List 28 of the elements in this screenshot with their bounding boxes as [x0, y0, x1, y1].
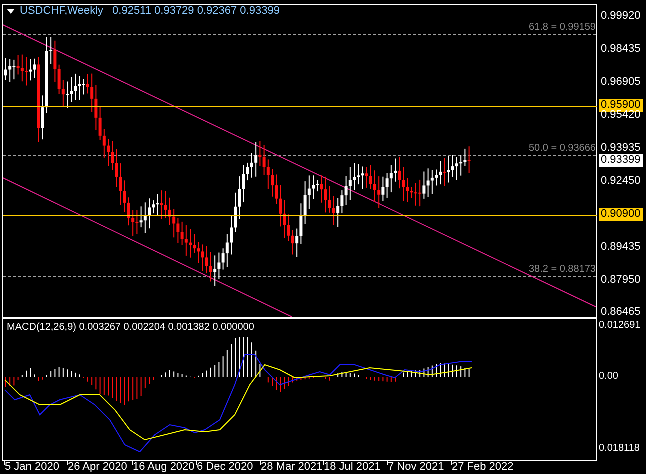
price-label: 0.86465 [600, 306, 642, 319]
price-label: 0.96905 [600, 76, 642, 89]
chart-title: USDCHF,Weekly [20, 5, 104, 18]
fib-label: 61.8 = 0.99159 [528, 22, 596, 34]
price-label: 0.93935 [600, 142, 642, 155]
time-label: 6 Dec 2020 [197, 461, 254, 474]
fib-label: 50.0 = 0.93666 [528, 143, 596, 155]
price-label: 0.95420 [600, 109, 642, 122]
time-label: 28 Mar 2021 [261, 461, 323, 474]
price-label: 0.89435 [600, 241, 642, 254]
price-label: 0.87950 [600, 274, 642, 287]
indicator-axis-label: 0.012691 [599, 320, 641, 332]
indicator-axis-label: 0.018118 [599, 443, 640, 455]
price-label: 0.98435 [600, 43, 642, 56]
time-label: 18 Jul 2021 [324, 461, 381, 474]
fib-label: 38.2 = 0.88173 [528, 264, 596, 276]
ohlc-values: 0.92511 0.93729 0.92367 0.93399 [112, 5, 280, 18]
price-label: 0.90900 [599, 208, 643, 221]
time-label: 7 Nov 2021 [388, 461, 444, 474]
time-label: 26 Apr 2020 [68, 461, 128, 474]
price-label: 0.99920 [600, 10, 642, 23]
price-label: 0.92450 [600, 175, 642, 188]
time-label: 27 Feb 2022 [452, 461, 514, 474]
indicator-axis-label: 0.00 [599, 371, 618, 383]
time-label: 5 Jan 2020 [5, 461, 60, 474]
time-label: 16 Aug 2020 [133, 461, 195, 474]
price-label: 0.93399 [599, 154, 643, 167]
indicator-title: MACD(12,26,9) 0.003267 0.002204 0.001382 0.000000 [7, 322, 254, 334]
